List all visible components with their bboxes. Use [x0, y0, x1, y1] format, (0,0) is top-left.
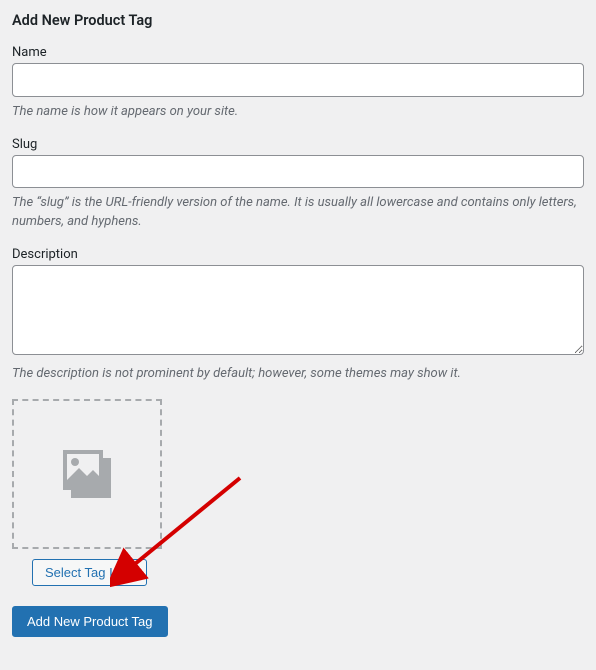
- icon-picker: Select Tag Icon: [12, 399, 584, 586]
- icon-dropzone[interactable]: [12, 399, 162, 549]
- description-textarea[interactable]: [12, 265, 584, 355]
- slug-field-group: Slug The “slug” is the URL-friendly vers…: [12, 137, 584, 231]
- select-tag-icon-button[interactable]: Select Tag Icon: [32, 559, 147, 586]
- image-placeholder-icon: [55, 442, 119, 506]
- slug-help: The “slug” is the URL-friendly version o…: [12, 194, 584, 230]
- form-title: Add New Product Tag: [12, 12, 584, 29]
- name-input[interactable]: [12, 63, 584, 97]
- description-help: The description is not prominent by defa…: [12, 365, 584, 383]
- description-label: Description: [12, 247, 584, 262]
- submit-button[interactable]: Add New Product Tag: [12, 606, 168, 637]
- name-help: The name is how it appears on your site.: [12, 103, 584, 121]
- name-label: Name: [12, 45, 584, 60]
- slug-input[interactable]: [12, 155, 584, 189]
- slug-label: Slug: [12, 137, 584, 152]
- name-field-group: Name The name is how it appears on your …: [12, 45, 584, 121]
- description-field-group: Description The description is not promi…: [12, 247, 584, 383]
- add-tag-form: Add New Product Tag Name The name is how…: [12, 12, 584, 637]
